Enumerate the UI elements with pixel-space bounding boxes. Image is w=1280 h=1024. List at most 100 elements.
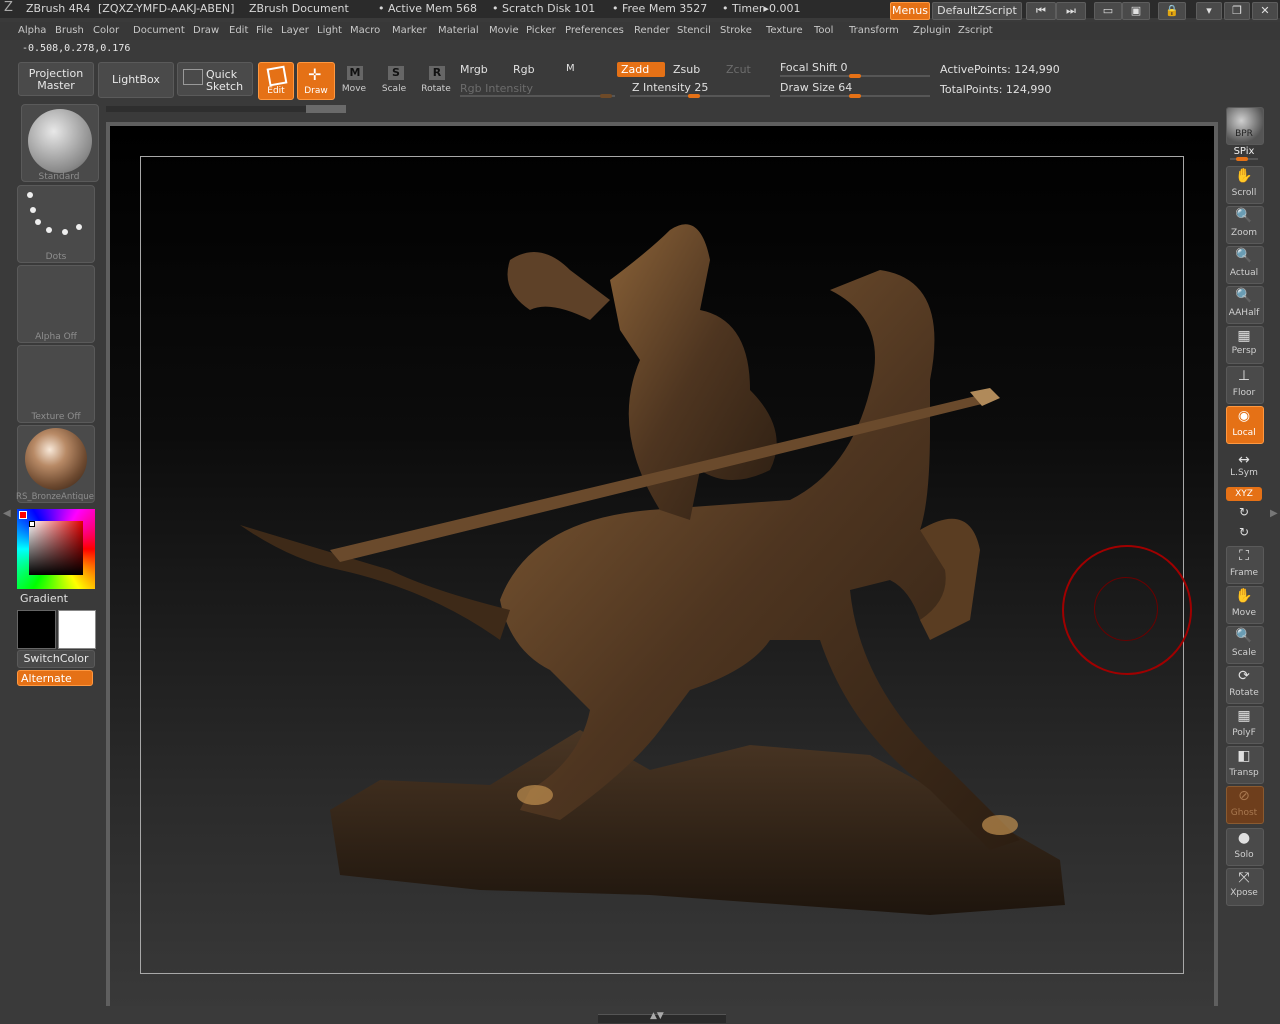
alternate-button[interactable]: Alternate xyxy=(17,670,93,686)
edit-button[interactable]: Edit xyxy=(258,62,294,100)
draw-size-slider[interactable]: Draw Size 64 xyxy=(780,81,852,94)
rotate-z-icon[interactable]: ↻ xyxy=(1232,525,1256,539)
rewind-icon[interactable]: ⏮ xyxy=(1026,2,1056,20)
right-tray-arrow-icon[interactable]: ▶ xyxy=(1270,508,1278,519)
color-picker-square[interactable] xyxy=(29,521,83,575)
floor-icon: ⊥ xyxy=(1237,368,1251,384)
z-intensity-knob[interactable] xyxy=(688,94,700,98)
menu-light[interactable]: Light xyxy=(317,25,342,36)
spix-label[interactable]: SPix xyxy=(1222,146,1266,157)
persp-label: Persp xyxy=(1231,346,1257,356)
standard-brush-icon xyxy=(28,109,92,173)
rgb-intensity-track xyxy=(460,95,615,97)
xyz-button[interactable]: XYZ xyxy=(1226,487,1262,501)
bpr-button[interactable] xyxy=(1226,107,1264,145)
bronze-horseman-model[interactable] xyxy=(230,170,1080,920)
menu-layer[interactable]: Layer xyxy=(281,25,309,36)
rotate-icon: R xyxy=(429,66,445,80)
menu-marker[interactable]: Marker xyxy=(392,25,427,36)
rgb-button[interactable]: Rgb xyxy=(513,63,535,76)
scale-button[interactable]: S Scale xyxy=(378,62,410,98)
focal-shift-slider[interactable]: Focal Shift 0 xyxy=(780,61,848,74)
rgb-intensity-slider[interactable]: Rgb Intensity xyxy=(460,82,533,95)
scratch-disk: • Scratch Disk 101 xyxy=(492,2,596,15)
focal-shift-knob[interactable] xyxy=(849,74,861,78)
move-icon: M xyxy=(347,66,363,80)
rotate-view-label: Rotate xyxy=(1229,688,1259,698)
draw-button[interactable]: ✛ Draw xyxy=(297,62,335,100)
m-button[interactable]: M xyxy=(566,63,575,74)
menu-macro[interactable]: Macro xyxy=(350,25,380,36)
forward-icon[interactable]: ⏭ xyxy=(1056,2,1086,20)
title-bar: Z ZBrush 4R4 [ZQXZ-YMFD-AAKJ-ABEN] ZBrus… xyxy=(0,0,1280,20)
draw-size-knob[interactable] xyxy=(849,94,861,98)
layout-alt-icon[interactable]: ▣ xyxy=(1122,2,1150,20)
left-tray-arrow-icon[interactable]: ◀ xyxy=(3,508,11,519)
menu-edit[interactable]: Edit xyxy=(229,25,248,36)
menu-texture[interactable]: Texture xyxy=(766,25,803,36)
menu-zscript[interactable]: Zscript xyxy=(958,25,993,36)
menu-preferences[interactable]: Preferences xyxy=(565,25,624,36)
mrgb-button[interactable]: Mrgb xyxy=(460,63,488,76)
menu-stencil[interactable]: Stencil xyxy=(677,25,711,36)
menu-transform[interactable]: Transform xyxy=(849,25,899,36)
brush-thumbnail[interactable] xyxy=(21,104,99,182)
rotate-y-icon[interactable]: ↻ xyxy=(1232,505,1256,519)
actual-magnifier-icon: 🔍 xyxy=(1235,248,1253,264)
zadd-button[interactable]: Zadd xyxy=(617,62,665,77)
cursor-coordinates: -0.508,0.278,0.176 xyxy=(22,43,131,54)
main-color-swatch[interactable] xyxy=(17,610,56,649)
menus-button[interactable]: Menus xyxy=(890,2,930,20)
projection-master-button[interactable]: Projection Master xyxy=(18,62,94,96)
switch-color-button[interactable]: SwitchColor xyxy=(17,650,95,668)
hue-marker[interactable] xyxy=(19,511,27,519)
horizontal-scroll-thumb[interactable] xyxy=(306,105,346,113)
lsym-button[interactable]: L.Sym xyxy=(1222,468,1266,478)
restore-icon[interactable]: ❐ xyxy=(1224,2,1250,20)
secondary-color-swatch[interactable] xyxy=(58,610,96,649)
hand-icon: ✋ xyxy=(1235,168,1253,184)
close-icon[interactable]: ✕ xyxy=(1252,2,1278,20)
polyf-label: PolyF xyxy=(1232,728,1256,738)
lock-icon[interactable]: 🔒 xyxy=(1158,2,1186,20)
menu-movie[interactable]: Movie xyxy=(489,25,519,36)
z-intensity-slider[interactable]: Z Intensity 25 xyxy=(632,81,708,94)
menu-material[interactable]: Material xyxy=(438,25,479,36)
menu-document[interactable]: Document xyxy=(133,25,185,36)
app-name: ZBrush 4R4 xyxy=(26,2,91,15)
bottom-tray-arrow-icon[interactable]: ▲▼ xyxy=(650,1011,664,1021)
menu-stroke[interactable]: Stroke xyxy=(720,25,752,36)
menu-alpha[interactable]: Alpha xyxy=(18,25,46,36)
rotate-button[interactable]: R Rotate xyxy=(419,62,453,98)
menu-render[interactable]: Render xyxy=(634,25,670,36)
default-zscript-button[interactable]: DefaultZScript xyxy=(932,2,1022,20)
color-marker[interactable] xyxy=(29,521,35,527)
zcut-button[interactable]: Zcut xyxy=(726,63,751,76)
menu-brush[interactable]: Brush xyxy=(55,25,84,36)
local-pivot-icon: ◉ xyxy=(1237,408,1251,424)
menu-color[interactable]: Color xyxy=(93,25,119,36)
spix-knob[interactable] xyxy=(1236,157,1248,161)
frame-label: Frame xyxy=(1229,568,1259,578)
serial-number: [ZQXZ-YMFD-AAKJ-ABEN] xyxy=(98,2,235,15)
actual-label: Actual xyxy=(1229,268,1259,278)
zoom-label: Zoom xyxy=(1231,228,1257,238)
quick-sketch-label: Quick Sketch xyxy=(206,68,244,93)
move-button[interactable]: M Move xyxy=(338,62,370,98)
lightbox-button[interactable]: LightBox xyxy=(98,62,174,98)
transparency-icon: ◧ xyxy=(1237,748,1251,764)
rgb-intensity-knob[interactable] xyxy=(600,94,612,98)
menu-draw[interactable]: Draw xyxy=(193,25,219,36)
magnifier-icon: 🔍 xyxy=(1235,208,1253,224)
layout-icon[interactable]: ▭ xyxy=(1094,2,1122,20)
frame-icon: ⛶ xyxy=(1239,548,1249,564)
zsub-button[interactable]: Zsub xyxy=(673,63,700,76)
total-points: TotalPoints: 124,990 xyxy=(940,83,1052,96)
menu-picker[interactable]: Picker xyxy=(526,25,556,36)
menu-tool[interactable]: Tool xyxy=(814,25,833,36)
menu-file[interactable]: File xyxy=(256,25,273,36)
document-name: ZBrush Document xyxy=(249,2,349,15)
ghost-label: Ghost xyxy=(1230,808,1258,818)
menu-zplugin[interactable]: Zplugin xyxy=(913,25,951,36)
minimize-icon[interactable]: ▾ xyxy=(1196,2,1222,20)
